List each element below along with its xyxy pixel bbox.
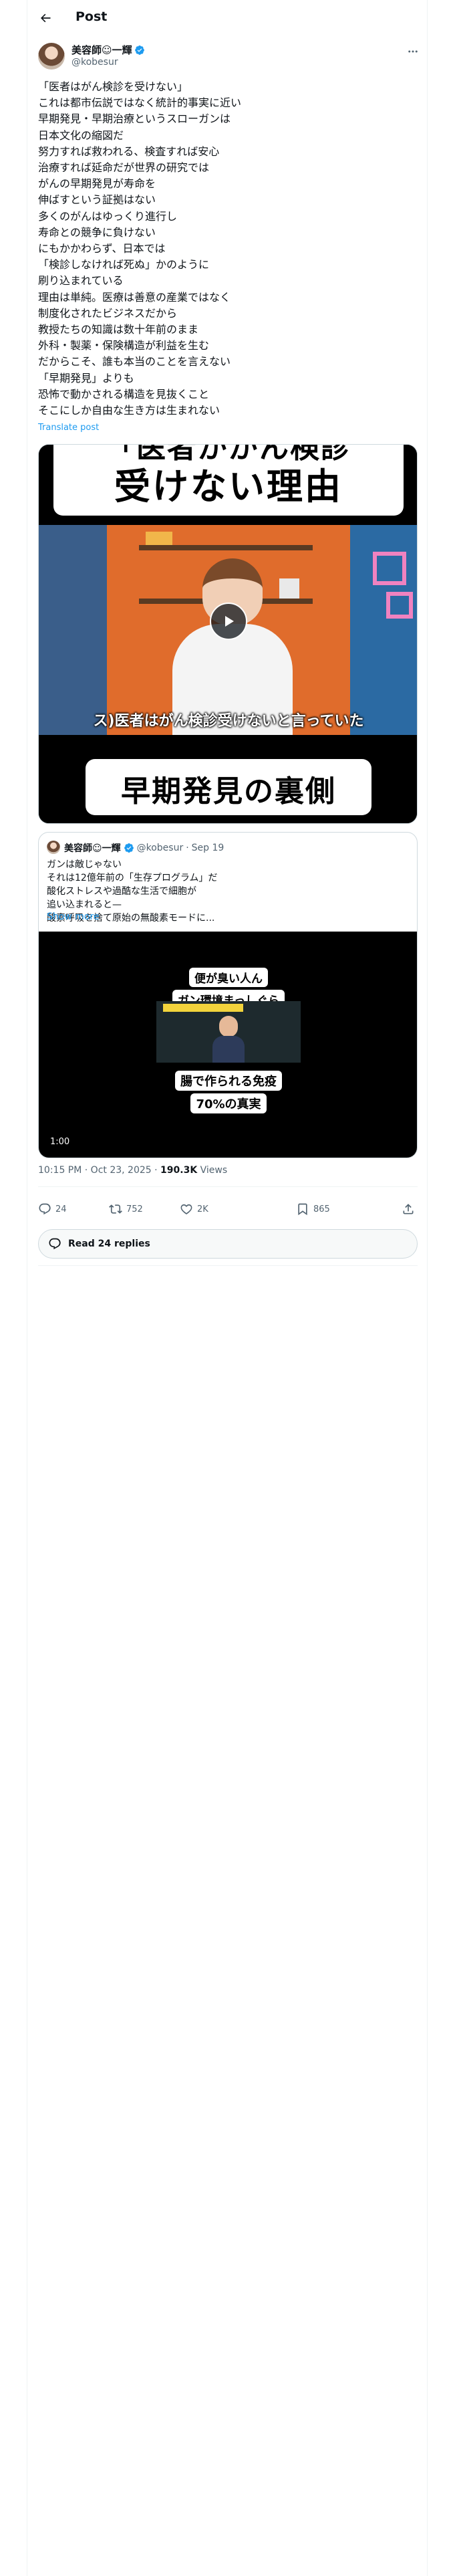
repost-icon xyxy=(109,1204,122,1214)
verified-badge-icon xyxy=(134,45,145,56)
quoted-caption-line: 70%の真実 xyxy=(190,1093,267,1113)
play-button[interactable] xyxy=(210,603,247,640)
quoted-post[interactable]: 美容師☺︎一輝 @kobesur · Sep 19 ガンは敵じゃない それは12… xyxy=(38,832,418,1158)
views-label: Views xyxy=(197,1165,228,1176)
wall-frame xyxy=(373,552,406,585)
post-meta: 10:15 PM · Oct 23, 2025 · 190.3K Views xyxy=(38,1165,227,1176)
read-replies-button[interactable]: Read 24 replies xyxy=(38,1229,418,1259)
post-text: 「医者はがん検診を受けない」 これは都市伝説ではなく統計的事実に近い 早期発見・… xyxy=(38,80,242,417)
video-duration: 1:00 xyxy=(47,1136,73,1148)
reply-icon xyxy=(39,1203,51,1215)
bookmark-button[interactable]: 865 xyxy=(296,1196,330,1222)
page-title: Post xyxy=(76,9,108,24)
frame-speaker xyxy=(212,1016,245,1063)
video-presenter xyxy=(172,552,293,738)
frame-banner xyxy=(163,1004,243,1012)
quoted-author-name: 美容師☺︎一輝 xyxy=(64,843,121,854)
back-button[interactable] xyxy=(35,8,55,28)
author-name[interactable]: 美容師☺︎一輝 xyxy=(71,43,132,57)
quoted-video-bottom-caption: 腸で作られる免疫 70%の真実 xyxy=(39,1069,417,1115)
reply-count: 24 xyxy=(55,1204,67,1214)
bookmark-count: 865 xyxy=(313,1204,330,1214)
reply-bubble-icon xyxy=(49,1238,61,1250)
shelf-decoration xyxy=(146,532,172,545)
speaker-head xyxy=(219,1016,238,1037)
heart-icon xyxy=(180,1204,192,1214)
video-title-card: 「医者ががん検診 受けない理由 xyxy=(53,445,404,516)
post-video[interactable]: 「医者ががん検診 受けない理由 ス)医者はがん検診受けないと言っていた 早期発見… xyxy=(38,444,418,824)
share-button[interactable] xyxy=(402,1196,415,1222)
more-options-button[interactable] xyxy=(406,44,420,59)
show-more-link[interactable]: Show more xyxy=(47,911,100,922)
divider xyxy=(38,1186,418,1187)
author-avatar[interactable] xyxy=(38,43,65,70)
video-bottom-card: 早期発見の裏側 xyxy=(86,759,371,815)
arrow-left-icon xyxy=(41,13,51,23)
video-title-line2: 受けない理由 xyxy=(114,465,343,508)
action-bar: 24 752 2K 865 xyxy=(38,1196,418,1222)
top-bar: Post xyxy=(27,0,428,35)
author-handle[interactable]: @kobesur xyxy=(71,57,118,68)
repost-button[interactable]: 752 xyxy=(109,1196,143,1222)
quoted-author-row: 美容師☺︎一輝 @kobesur · Sep 19 xyxy=(64,841,224,855)
translate-post-link[interactable]: Translate post xyxy=(38,423,99,433)
main-column: Post 美容師☺︎一輝 @kobesur 「医者はがん検診を受けない」 これは… xyxy=(27,0,428,2576)
video-bottom-caption: 早期発見の裏側 xyxy=(121,774,336,809)
quoted-author-handle: @kobesur xyxy=(136,843,184,853)
post-timestamp[interactable]: 10:15 PM · Oct 23, 2025 · xyxy=(38,1165,160,1176)
shelf xyxy=(139,545,313,550)
quoted-video-frame xyxy=(156,1001,301,1063)
verified-badge-icon xyxy=(124,843,134,853)
play-icon xyxy=(225,616,234,627)
quoted-caption-line: 腸で作られる免疫 xyxy=(175,1071,282,1091)
views-count: 190.3K xyxy=(160,1165,198,1176)
quoted-post-date: Sep 19 xyxy=(191,843,224,853)
read-replies-label: Read 24 replies xyxy=(68,1239,150,1249)
quoted-video[interactable]: 便が臭い人ん ガン環境まっしぐら 腸で作られる免疫 70%の真実 1:00 xyxy=(39,932,417,1158)
bookmark-icon xyxy=(298,1203,307,1216)
speaker-suit xyxy=(212,1036,245,1063)
video-top-banner: 「医者ががん検診 受けない理由 xyxy=(39,445,417,525)
share-icon xyxy=(403,1204,414,1214)
separator-dot: · xyxy=(186,843,189,853)
more-dots-icon xyxy=(408,50,418,53)
quoted-author-avatar xyxy=(47,841,60,854)
video-subtitle: ス)医者はがん検診受けないと言っていた xyxy=(93,713,364,730)
author-name-row[interactable]: 美容師☺︎一輝 xyxy=(71,43,145,57)
like-button[interactable]: 2K xyxy=(180,1196,208,1222)
quoted-caption-line: 便が臭い人ん xyxy=(189,968,268,987)
reply-button[interactable]: 24 xyxy=(38,1196,67,1222)
like-count: 2K xyxy=(197,1204,208,1214)
video-bottom-banner: 早期発見の裏側 xyxy=(39,735,417,823)
wall-frame xyxy=(386,592,413,619)
repost-count: 752 xyxy=(126,1204,143,1214)
quoted-post-text: ガンは敵じゃない それは12億年前の「生存プログラム」だ 酸化ストレスや過酷な生… xyxy=(47,859,218,924)
divider xyxy=(38,1265,418,1266)
